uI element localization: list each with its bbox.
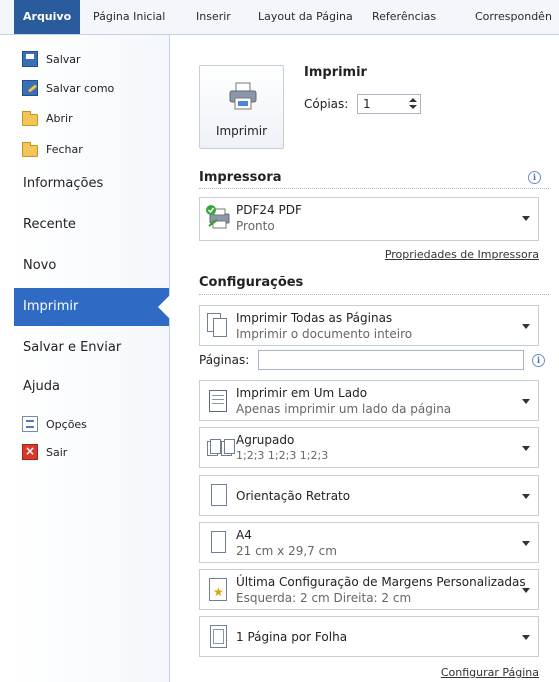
save-as-icon — [22, 80, 38, 96]
margins-dropdown[interactable]: ★ Última Configuração de Margens Persona… — [199, 569, 539, 610]
tab-referencias[interactable]: Referências — [372, 0, 436, 34]
pages-per-sheet-icon — [207, 624, 229, 650]
print-range-subtitle: Imprimir o documento inteiro — [236, 327, 413, 341]
collation-subtitle: 1;2;3 1;2;3 1;2;3 — [236, 449, 329, 462]
printer-status: Pronto — [236, 219, 275, 233]
sides-dropdown[interactable]: Imprimir em Um Lado Apenas imprimir um l… — [199, 380, 539, 421]
nav-options[interactable]: Opções — [22, 413, 87, 435]
one-side-icon — [207, 388, 229, 414]
save-icon — [22, 51, 38, 67]
nav-save-send[interactable]: Salvar e Enviar — [14, 329, 169, 367]
print-panel: Imprimir Imprimir Cópias: 1 Impressora i… — [170, 35, 559, 682]
tab-correspondencias[interactable]: Correspondên — [475, 0, 552, 34]
printer-name: PDF24 PDF — [236, 203, 302, 217]
chevron-down-icon — [522, 635, 530, 640]
exit-icon: × — [22, 444, 38, 460]
paper-size-icon — [207, 530, 229, 556]
open-folder-icon — [22, 110, 38, 126]
pages-input[interactable] — [258, 350, 524, 370]
nav-close-label: Fechar — [46, 142, 83, 156]
nav-save-as[interactable]: Salvar como — [22, 77, 114, 99]
ribbon-tab-bar: Arquivo Página Inicial Inserir Layout da… — [0, 0, 559, 35]
print-range-dropdown[interactable]: Imprimir Todas as Páginas Imprimir o doc… — [199, 305, 539, 346]
tab-inserir[interactable]: Inserir — [196, 0, 231, 34]
tab-layout-da-pagina[interactable]: Layout da Página — [258, 0, 353, 34]
nav-recent[interactable]: Recente — [14, 206, 169, 244]
nav-save-label: Salvar — [46, 52, 81, 66]
paper-size-dropdown[interactable]: A4 21 cm x 29,7 cm — [199, 522, 539, 563]
chevron-down-icon — [522, 541, 530, 546]
nav-new[interactable]: Novo — [14, 247, 169, 285]
copies-value: 1 — [363, 97, 371, 111]
printer-icon — [229, 82, 257, 110]
print-range-title: Imprimir Todas as Páginas — [236, 311, 393, 325]
nav-info[interactable]: Informações — [14, 165, 169, 203]
orientation-title: Orientação Retrato — [236, 489, 351, 503]
tab-arquivo[interactable]: Arquivo — [14, 0, 81, 34]
print-button-label: Imprimir — [215, 124, 268, 138]
chevron-down-icon — [522, 399, 530, 404]
pages-per-sheet-dropdown[interactable]: 1 Página por Folha — [199, 616, 539, 657]
nav-save[interactable]: Salvar — [22, 48, 81, 70]
margins-title: Última Configuração de Margens Personali… — [236, 575, 526, 589]
margins-icon: ★ — [207, 577, 229, 603]
margins-subtitle: Esquerda: 2 cm Direita: 2 cm — [236, 591, 412, 605]
collate-icon — [207, 435, 235, 461]
page-setup-link[interactable]: Configurar Página — [441, 666, 539, 679]
chevron-down-icon — [522, 494, 530, 499]
nav-help[interactable]: Ajuda — [14, 368, 169, 406]
options-icon — [22, 416, 38, 432]
sides-title: Imprimir em Um Lado — [236, 386, 368, 400]
chevron-down-icon — [522, 446, 530, 451]
collation-dropdown[interactable]: Agrupado 1;2;3 1;2;3 1;2;3 — [199, 427, 539, 468]
tab-pagina-inicial[interactable]: Página Inicial — [93, 0, 165, 34]
portrait-icon — [207, 483, 229, 509]
nav-save-as-label: Salvar como — [46, 81, 115, 95]
nav-close[interactable]: Fechar — [22, 138, 83, 160]
paper-size-title: A4 — [236, 528, 252, 542]
copies-label: Cópias: — [304, 97, 349, 111]
paper-size-subtitle: 21 cm x 29,7 cm — [236, 544, 337, 558]
sides-subtitle: Apenas imprimir um lado da página — [236, 402, 452, 416]
chevron-down-icon — [522, 324, 530, 329]
chevron-down-icon — [522, 216, 530, 221]
printer-dropdown[interactable]: PDF24 PDF Pronto — [199, 197, 539, 241]
nav-open[interactable]: Abrir — [22, 107, 73, 129]
star-icon: ★ — [213, 585, 224, 599]
nav-options-label: Opções — [46, 417, 87, 431]
nav-exit-label: Sair — [46, 445, 68, 459]
info-icon[interactable]: i — [528, 171, 541, 184]
pages-per-sheet-title: 1 Página por Folha — [236, 630, 348, 644]
backstage-nav: Salvar Salvar como Abrir Fechar Informaç… — [14, 35, 170, 682]
print-button[interactable]: Imprimir — [199, 65, 284, 149]
pages-info-icon[interactable]: i — [532, 354, 545, 367]
collation-title: Agrupado — [236, 433, 295, 447]
printer-properties-link[interactable]: Propriedades de Impressora — [385, 248, 539, 261]
copies-stepper[interactable]: 1 — [357, 94, 421, 114]
pages-icon — [207, 313, 229, 339]
nav-exit[interactable]: × Sair — [22, 441, 67, 463]
orientation-dropdown[interactable]: Orientação Retrato — [199, 475, 539, 516]
pages-label: Páginas: — [199, 353, 250, 367]
printer-section-title: Impressora — [199, 170, 282, 185]
printer-divider — [199, 188, 549, 189]
settings-section-title: Configurações — [199, 275, 304, 290]
nav-open-label: Abrir — [46, 111, 73, 125]
settings-divider — [199, 294, 549, 295]
close-folder-icon — [22, 141, 38, 157]
nav-print[interactable]: Imprimir — [14, 288, 170, 326]
print-heading: Imprimir — [304, 65, 367, 80]
printer-status-icon — [206, 205, 230, 229]
spin-arrows-icon[interactable] — [409, 97, 417, 111]
chevron-down-icon — [522, 588, 530, 593]
